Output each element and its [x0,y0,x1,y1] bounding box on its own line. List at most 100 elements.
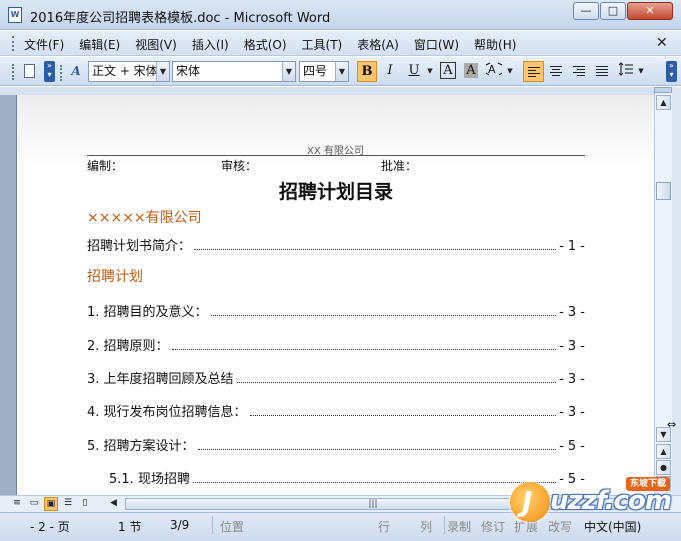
bold-button[interactable]: B [357,61,377,82]
line-spacing-dropdown-icon[interactable]: ▼ [637,61,645,82]
status-line: 行 [378,520,391,534]
chevron-down-icon[interactable]: ▼ [282,62,295,81]
watermark-logo: J uzzf.com 东坡下载 [508,476,678,534]
title-bar: W 2016年度公司招聘表格模板.doc - Microsoft Word — … [0,0,681,30]
menu-table[interactable]: 表格(A) [357,36,399,53]
toc-entry[interactable]: 3. 上年度招聘回顾及总结 - 3 - [87,368,585,387]
justify-button[interactable] [592,61,613,82]
toc-entry-text: 3. 上年度招聘回顾及总结 [87,372,234,387]
reading-layout-view-icon[interactable]: ▯ [78,497,92,511]
status-record[interactable]: 录制 [447,518,471,535]
close-button[interactable]: ✕ [627,2,673,20]
menu-format[interactable]: 格式(O) [244,36,287,53]
page-title: 招聘计划目录 [278,181,393,203]
toolbar-grip-2[interactable] [60,65,63,81]
menubar-grip[interactable] [12,36,15,51]
toc-entry-page: - 5 - [559,439,585,454]
toc-entry-page: - 3 - [559,405,585,420]
normal-view-icon[interactable]: ≡ [10,497,24,511]
ruler [0,87,681,95]
vertical-scrollbar[interactable]: ▲ ▼ ▲ ● ▼ [654,87,672,495]
document-area[interactable]: XX 有限公司 编制： 审核： 批准： 招聘计划目录 ×××××有限公司 招聘计… [0,95,654,495]
styles-formatting-icon[interactable]: A [68,61,84,82]
watermark-letter: J [522,485,533,518]
align-right-button[interactable] [569,61,590,82]
underline-button[interactable]: U [404,61,424,82]
chevron-down-icon[interactable]: ▼ [156,62,169,81]
toc-heading-plan[interactable]: 招聘计划 [87,266,143,286]
toc-entry[interactable]: 5. 招聘方案设计： - 5 - [87,435,585,454]
document-page[interactable]: XX 有限公司 编制： 审核： 批准： 招聘计划目录 ×××××有限公司 招聘计… [16,95,654,495]
toc-entry-text: 招聘计划书简介： [87,239,192,254]
scale-dropdown-icon[interactable]: ▼ [506,61,514,82]
character-border-button[interactable]: A [438,61,458,82]
minimize-button[interactable]: — [573,2,599,20]
toc-entry-text: 4. 现行发布岗位招聘信息： [87,405,247,420]
previous-page-icon[interactable]: ▲ [656,444,671,459]
menu-view[interactable]: 视图(V) [135,36,177,53]
font-select-value: 宋体 [176,64,201,78]
split-box[interactable] [654,87,672,93]
menu-help[interactable]: 帮助(H) [474,36,516,53]
word-doc-icon[interactable]: W [8,7,22,23]
status-section: 1 节 [118,520,142,534]
print-layout-view-icon[interactable]: ▣ [44,497,58,511]
svg-text:A: A [488,63,496,76]
toc-heading-company[interactable]: ×××××有限公司 [87,207,202,227]
web-layout-view-icon[interactable]: ▭ [27,497,41,511]
window-edge [672,87,681,495]
italic-button[interactable]: I [380,61,400,82]
menu-window[interactable]: 窗口(W) [414,36,459,53]
menu-file[interactable]: 文件(F) [24,36,64,53]
toolbar-grip[interactable] [12,64,15,80]
toc-entry[interactable]: 招聘计划书简介： - 1 - [87,235,585,254]
underline-dropdown-icon[interactable]: ▼ [426,61,434,82]
menu-edit[interactable]: 编辑(E) [79,36,120,53]
watermark-badge: 东坡下载 [626,477,671,491]
toc-entry-text: 5.1. 现场招聘 [109,472,190,487]
close-document-icon[interactable]: ✕ [656,35,668,51]
style-select[interactable]: 正文 + 宋体 ▼ [88,61,170,82]
font-select[interactable]: 宋体 ▼ [172,61,296,82]
toc-leader [194,240,557,250]
watermark-circle-icon: J [510,482,550,522]
menu-insert[interactable]: 插入(I) [192,36,229,53]
new-document-icon[interactable] [21,61,37,82]
vertical-scroll-thumb[interactable] [656,182,671,200]
maximize-button[interactable]: □ [600,2,626,20]
character-scale-icon[interactable]: A [484,61,504,82]
scroll-left-icon[interactable]: ◀ [110,498,117,508]
status-column: 列 [420,520,433,534]
menu-bar: 文件(F) 编辑(E) 视图(V) 插入(I) 格式(O) 工具(T) 表格(A… [0,31,681,56]
status-page: - 2 - 页 [30,520,70,534]
toc-leader [197,440,557,450]
toc-entry[interactable]: 1. 招聘目的及意义： - 3 - [87,301,585,320]
align-left-button[interactable] [523,61,544,82]
font-size-select[interactable]: 四号 ▼ [299,61,349,82]
toc-entry[interactable]: 4. 现行发布岗位招聘信息： - 3 - [87,401,585,420]
line-spacing-icon[interactable] [617,61,635,82]
outline-view-icon[interactable]: ☰ [61,497,75,511]
toc-leader [192,473,557,483]
header-compiled: 编制： [87,159,124,173]
character-shading-button[interactable]: A [461,61,481,82]
character-border-label: A [440,62,456,79]
toolbar-options-chevron-icon-2[interactable]: » ▾ [666,61,677,82]
toc-entry-text: 5. 招聘方案设计： [87,439,195,454]
chevron-down-icon[interactable]: ▼ [335,62,348,81]
status-page-of: 3/9 [170,518,190,532]
align-center-button[interactable] [546,61,567,82]
menu-tools[interactable]: 工具(T) [302,36,343,53]
formatting-toolbar: » ▾ A 正文 + 宋体 ▼ 宋体 ▼ 四号 ▼ B I U ▼ A A A ▼… [0,57,681,86]
toc-entry[interactable]: 2. 招聘原则： - 3 - [87,335,585,354]
scroll-up-icon[interactable]: ▲ [656,95,671,110]
status-divider [444,516,445,534]
character-shading-label: A [464,63,478,78]
toolbar-options-chevron-icon[interactable]: » ▾ [44,61,55,82]
status-divider [212,516,213,534]
toc-entry-page: - 3 - [559,339,585,354]
status-revise[interactable]: 修订 [481,518,505,535]
select-browse-object-icon[interactable]: ● [656,460,671,475]
resize-cursor-icon: ⇔ [667,418,677,431]
header-review: 审核： [221,159,258,173]
